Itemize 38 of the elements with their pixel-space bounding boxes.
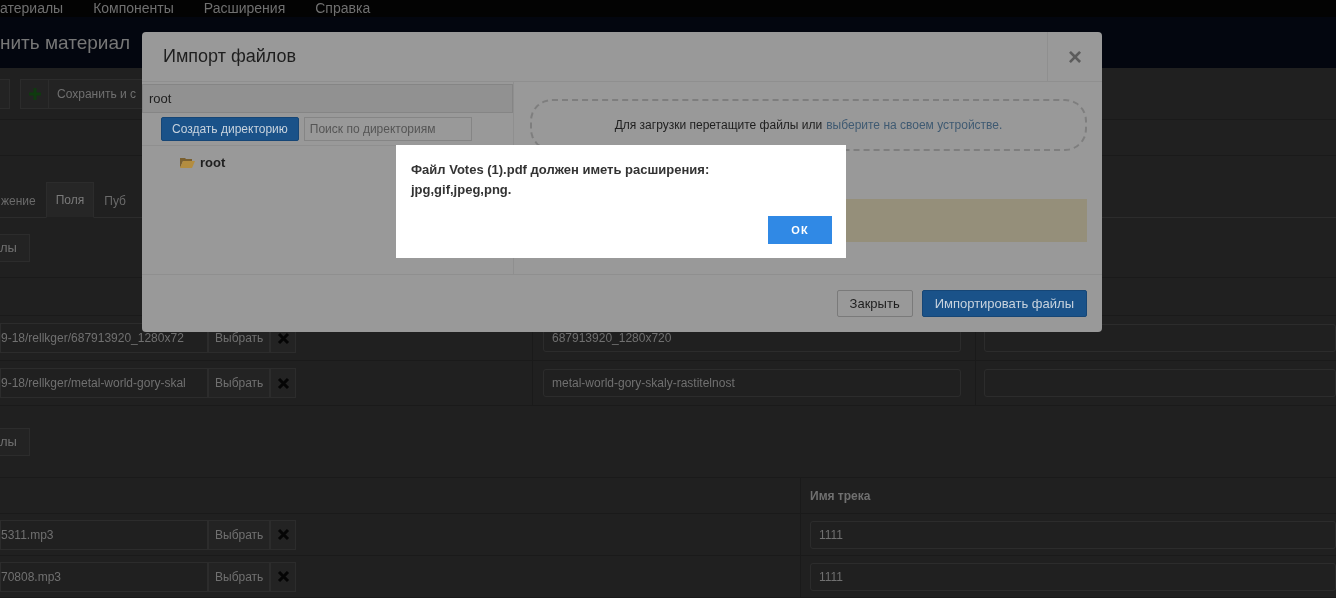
- menu-item[interactable]: Компоненты: [93, 1, 174, 15]
- alert-message: Файл Votes (1).pdf должен иметь расширения: jpg,gif,jpeg,png.: [411, 161, 711, 199]
- drop-zone-text: Для загрузки перетащите файлы или: [614, 118, 823, 132]
- add-button[interactable]: лы: [0, 427, 30, 456]
- menu-item[interactable]: атериалы: [0, 1, 64, 15]
- page-title: нить материал: [0, 31, 131, 54]
- name-field[interactable]: 1111: [810, 520, 1336, 549]
- menu-item[interactable]: Справка: [315, 1, 371, 15]
- close-icon: [276, 331, 290, 345]
- tree-item[interactable]: root: [200, 155, 226, 170]
- ok-button[interactable]: ОК: [768, 216, 832, 244]
- search-field[interactable]: Поиск по директориям: [303, 117, 472, 141]
- save-button[interactable]: Сохранить и с: [20, 78, 145, 109]
- name-field[interactable]: metal-world-gory-skaly-rastitelnost: [543, 369, 961, 397]
- browse-link[interactable]: выберите на своем устройстве.: [826, 118, 1003, 132]
- close-icon: [276, 376, 290, 390]
- add-button[interactable]: лы: [0, 233, 30, 262]
- close-icon: [276, 528, 290, 541]
- path-field[interactable]: 5311.mp3: [0, 519, 208, 550]
- path-field[interactable]: 9-18/rellkger/metal-world-gory-skal: [0, 368, 208, 398]
- select-button[interactable]: Выбрать: [208, 519, 270, 550]
- select-button[interactable]: Выбрать: [208, 561, 270, 592]
- dialog-title: Импорт файлов: [162, 45, 298, 68]
- tab[interactable]: Пуб: [94, 182, 136, 218]
- import-button[interactable]: Импортировать файлы: [921, 290, 1087, 317]
- column-header: Имя трека: [810, 488, 871, 503]
- close-icon: [276, 570, 290, 583]
- folder-icon: [180, 156, 195, 169]
- tab[interactable]: жение: [0, 182, 46, 218]
- select-button[interactable]: Выбрать: [208, 368, 270, 398]
- create-directory-button[interactable]: Создать директорию: [161, 117, 299, 141]
- close-button[interactable]: ×: [1047, 32, 1102, 81]
- name-field[interactable]: 1111: [810, 562, 1336, 591]
- path-bar: root: [142, 84, 513, 113]
- close-dialog-button[interactable]: Закрыть: [836, 290, 913, 317]
- menu-item[interactable]: Расширения: [203, 1, 286, 15]
- path-field[interactable]: 70808.mp3: [0, 561, 208, 592]
- tab[interactable]: Поля: [45, 182, 95, 218]
